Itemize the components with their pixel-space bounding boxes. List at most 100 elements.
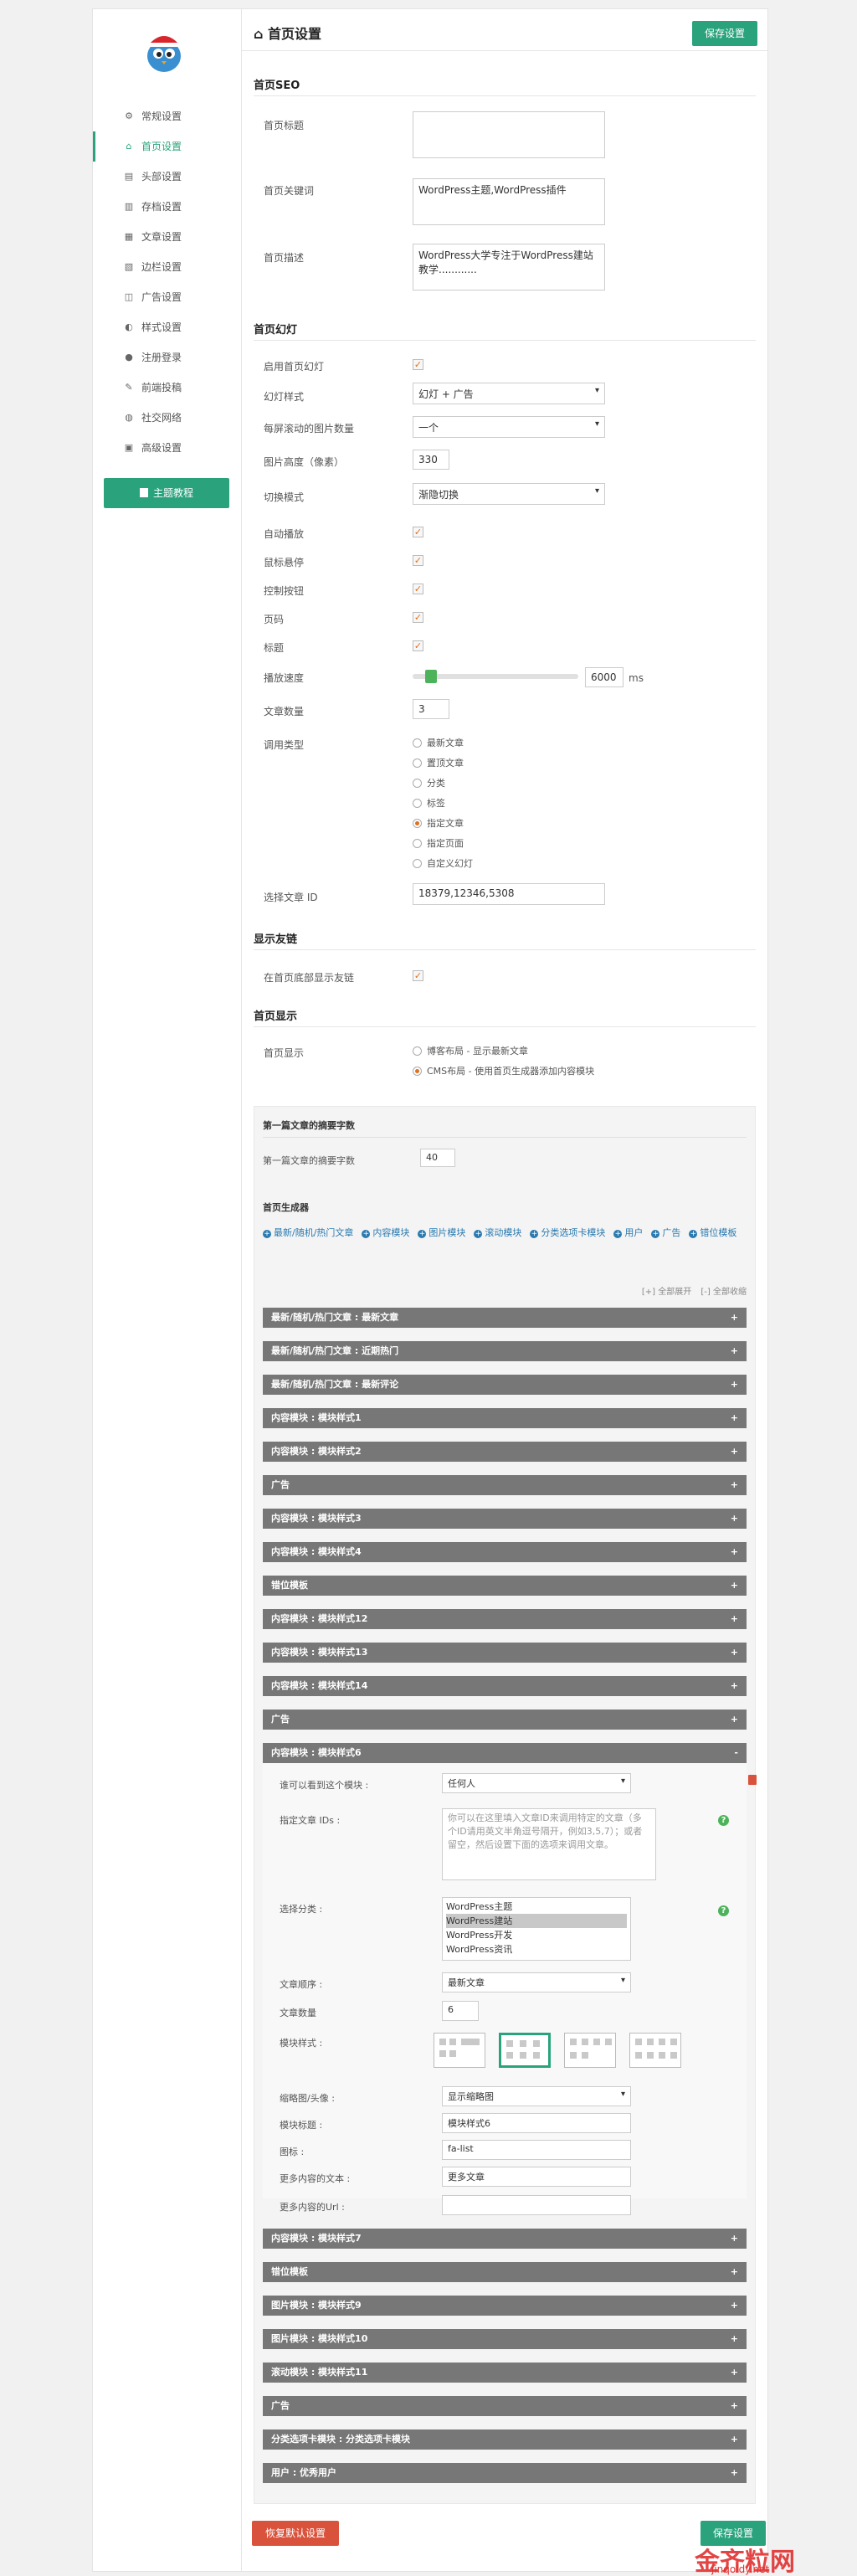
add-module-link[interactable]: + 用户 [613, 1225, 643, 1242]
radio-blog-layout[interactable]: 博客布局 - 显示最新文章 [413, 1044, 528, 1057]
order-select[interactable]: 最新文章 [442, 1972, 631, 1992]
module-bar[interactable]: 滚动模块 : 模块样式11 + [263, 2363, 747, 2383]
sidebar-item-3[interactable]: ▥ 存档设置 [93, 192, 242, 222]
excerpt-field[interactable]: 40 [420, 1149, 455, 1167]
call-type-option[interactable]: 置顶文章 [413, 756, 464, 769]
article-ids-field[interactable]: 18379,12346,5308 [413, 883, 605, 905]
call-type-option[interactable]: 最新文章 [413, 736, 464, 749]
add-module-link[interactable]: + 分类选项卡模块 [530, 1225, 605, 1242]
style-template-4[interactable] [629, 2033, 681, 2068]
call-type-option[interactable]: 自定义幻灯 [413, 856, 473, 870]
expand-icon[interactable]: + [731, 1341, 738, 1361]
category-list[interactable]: WordPress主题 WordPress建站 WordPress开发 WordPre… [442, 1897, 631, 1961]
expand-icon[interactable]: + [731, 2363, 738, 2383]
sidebar-item-0[interactable]: ⚙ 常规设置 [93, 101, 242, 131]
expand-icon[interactable]: + [731, 2296, 738, 2316]
expand-icon[interactable]: + [731, 1475, 738, 1495]
style-template-2[interactable] [499, 2033, 551, 2068]
radio-button[interactable] [413, 819, 422, 828]
module-bar[interactable]: 最新/随机/热门文章 : 最新文章 + [263, 1308, 747, 1328]
expand-icon[interactable]: + [731, 1576, 738, 1596]
slider-style-select[interactable]: 幻灯 + 广告 [413, 383, 605, 404]
radio-button[interactable] [413, 799, 422, 808]
expand-icon[interactable]: + [731, 1542, 738, 1562]
module-bar[interactable]: 内容模块 : 模块样式14 + [263, 1676, 747, 1696]
more-url-field[interactable] [442, 2195, 631, 2215]
module-bar[interactable]: 最新/随机/热门文章 : 最新评论 + [263, 1375, 747, 1395]
module-bar[interactable]: 内容模块 : 模块样式13 + [263, 1643, 747, 1663]
home-title-field[interactable] [413, 111, 605, 158]
module-bar[interactable]: 内容模块 : 模块样式12 + [263, 1609, 747, 1629]
image-height-field[interactable]: 330 [413, 450, 449, 470]
add-module-link[interactable]: + 最新/随机/热门文章 [263, 1225, 353, 1242]
add-module-link[interactable]: + 广告 [651, 1225, 680, 1242]
speed-field[interactable]: 6000 [585, 667, 624, 687]
radio-button[interactable] [413, 738, 422, 748]
category-option[interactable]: WordPress建站 [446, 1914, 627, 1928]
tutorial-button[interactable]: 主题教程 [104, 478, 229, 508]
desc-field[interactable]: WordPress大学专注于WordPress建站教学............ [413, 244, 605, 291]
enable-slider-checkbox[interactable]: ✓ [413, 359, 423, 370]
expand-all-link[interactable]: [+] 全部展开 [642, 1288, 691, 1297]
module-bar[interactable]: 图片模块 : 模块样式10 + [263, 2329, 747, 2349]
expand-icon[interactable]: + [731, 1308, 738, 1328]
expand-icon[interactable]: + [731, 1643, 738, 1663]
more-text-field[interactable]: 更多文章 [442, 2167, 631, 2187]
module-bar[interactable]: 用户 : 优秀用户 + [263, 2463, 747, 2483]
module-bar[interactable]: 内容模块 : 模块样式4 + [263, 1542, 747, 1562]
module-bar[interactable]: 内容模块 : 模块样式2 + [263, 1442, 747, 1462]
help-icon[interactable]: ? [718, 1905, 729, 1916]
category-option[interactable]: WordPress开发 [446, 1928, 627, 1942]
module-count-field[interactable]: 6 [442, 2001, 479, 2021]
expand-icon[interactable]: + [731, 2329, 738, 2349]
expand-icon[interactable]: + [731, 2229, 738, 2249]
collapse-all-link[interactable]: [-] 全部收缩 [700, 1288, 747, 1297]
radio-button[interactable] [413, 839, 422, 848]
switch-mode-select[interactable]: 渐隐切换 [413, 483, 605, 505]
hover-pause-checkbox[interactable]: ✓ [413, 555, 423, 566]
sidebar-item-7[interactable]: ◐ 样式设置 [93, 312, 242, 342]
trash-icon[interactable] [748, 1775, 757, 1785]
icon-field[interactable]: fa-list [442, 2140, 631, 2160]
collapse-icon[interactable]: - [734, 1743, 738, 1763]
show-links-checkbox[interactable]: ✓ [413, 970, 423, 981]
module-bar[interactable]: 广告 + [263, 2396, 747, 2416]
control-buttons-checkbox[interactable]: ✓ [413, 584, 423, 594]
category-option[interactable]: WordPress主题 [446, 1900, 627, 1914]
call-type-option[interactable]: 指定页面 [413, 836, 464, 850]
call-type-option[interactable]: 指定文章 [413, 816, 464, 830]
post-ids-field[interactable]: 你可以在这里填入文章ID来调用特定的文章（多个ID请用英文半角逗号隔开，例如3,… [442, 1808, 656, 1880]
module-bar[interactable]: 广告 + [263, 1710, 747, 1730]
sidebar-item-1[interactable]: ⌂ 首页设置 [93, 131, 242, 162]
reset-defaults-button[interactable]: 恢复默认设置 [252, 2521, 339, 2546]
module-bar[interactable]: 错位模板 + [263, 1576, 747, 1596]
add-module-link[interactable]: + 滚动模块 [474, 1225, 521, 1242]
keywords-field[interactable]: WordPress主题,WordPress插件 [413, 178, 605, 225]
sidebar-item-4[interactable]: ▦ 文章设置 [93, 222, 242, 252]
module-bar[interactable]: 内容模块 : 模块样式7 + [263, 2229, 747, 2249]
radio-button[interactable] [413, 859, 422, 868]
module-bar-open[interactable]: 内容模块 : 模块样式6 - [263, 1743, 747, 1763]
expand-icon[interactable]: + [731, 1442, 738, 1462]
module-bar[interactable]: 图片模块 : 模块样式9 + [263, 2296, 747, 2316]
expand-icon[interactable]: + [731, 1609, 738, 1629]
save-button-top[interactable]: 保存设置 [692, 21, 757, 46]
add-module-link[interactable]: + 图片模块 [418, 1225, 465, 1242]
who-select[interactable]: 任何人 [442, 1773, 631, 1793]
image-count-select[interactable]: 一个 [413, 416, 605, 438]
expand-icon[interactable]: + [731, 2429, 738, 2450]
style-template-3[interactable] [564, 2033, 616, 2068]
article-count-field[interactable]: 3 [413, 699, 449, 719]
sidebar-item-10[interactable]: ◍ 社交网络 [93, 403, 242, 433]
radio-cms-layout[interactable]: CMS布局 - 使用首页生成器添加内容模块 [413, 1064, 594, 1077]
expand-icon[interactable]: + [731, 2262, 738, 2282]
call-type-option[interactable]: 分类 [413, 776, 445, 789]
sidebar-item-8[interactable]: ● 注册登录 [93, 342, 242, 373]
module-bar[interactable]: 内容模块 : 模块样式1 + [263, 1408, 747, 1428]
radio-button[interactable] [413, 1046, 422, 1056]
expand-icon[interactable]: + [731, 1509, 738, 1529]
sidebar-item-11[interactable]: ▣ 高级设置 [93, 433, 242, 463]
sidebar-item-2[interactable]: ▤ 头部设置 [93, 162, 242, 192]
expand-icon[interactable]: + [731, 1710, 738, 1730]
caption-checkbox[interactable]: ✓ [413, 640, 423, 651]
